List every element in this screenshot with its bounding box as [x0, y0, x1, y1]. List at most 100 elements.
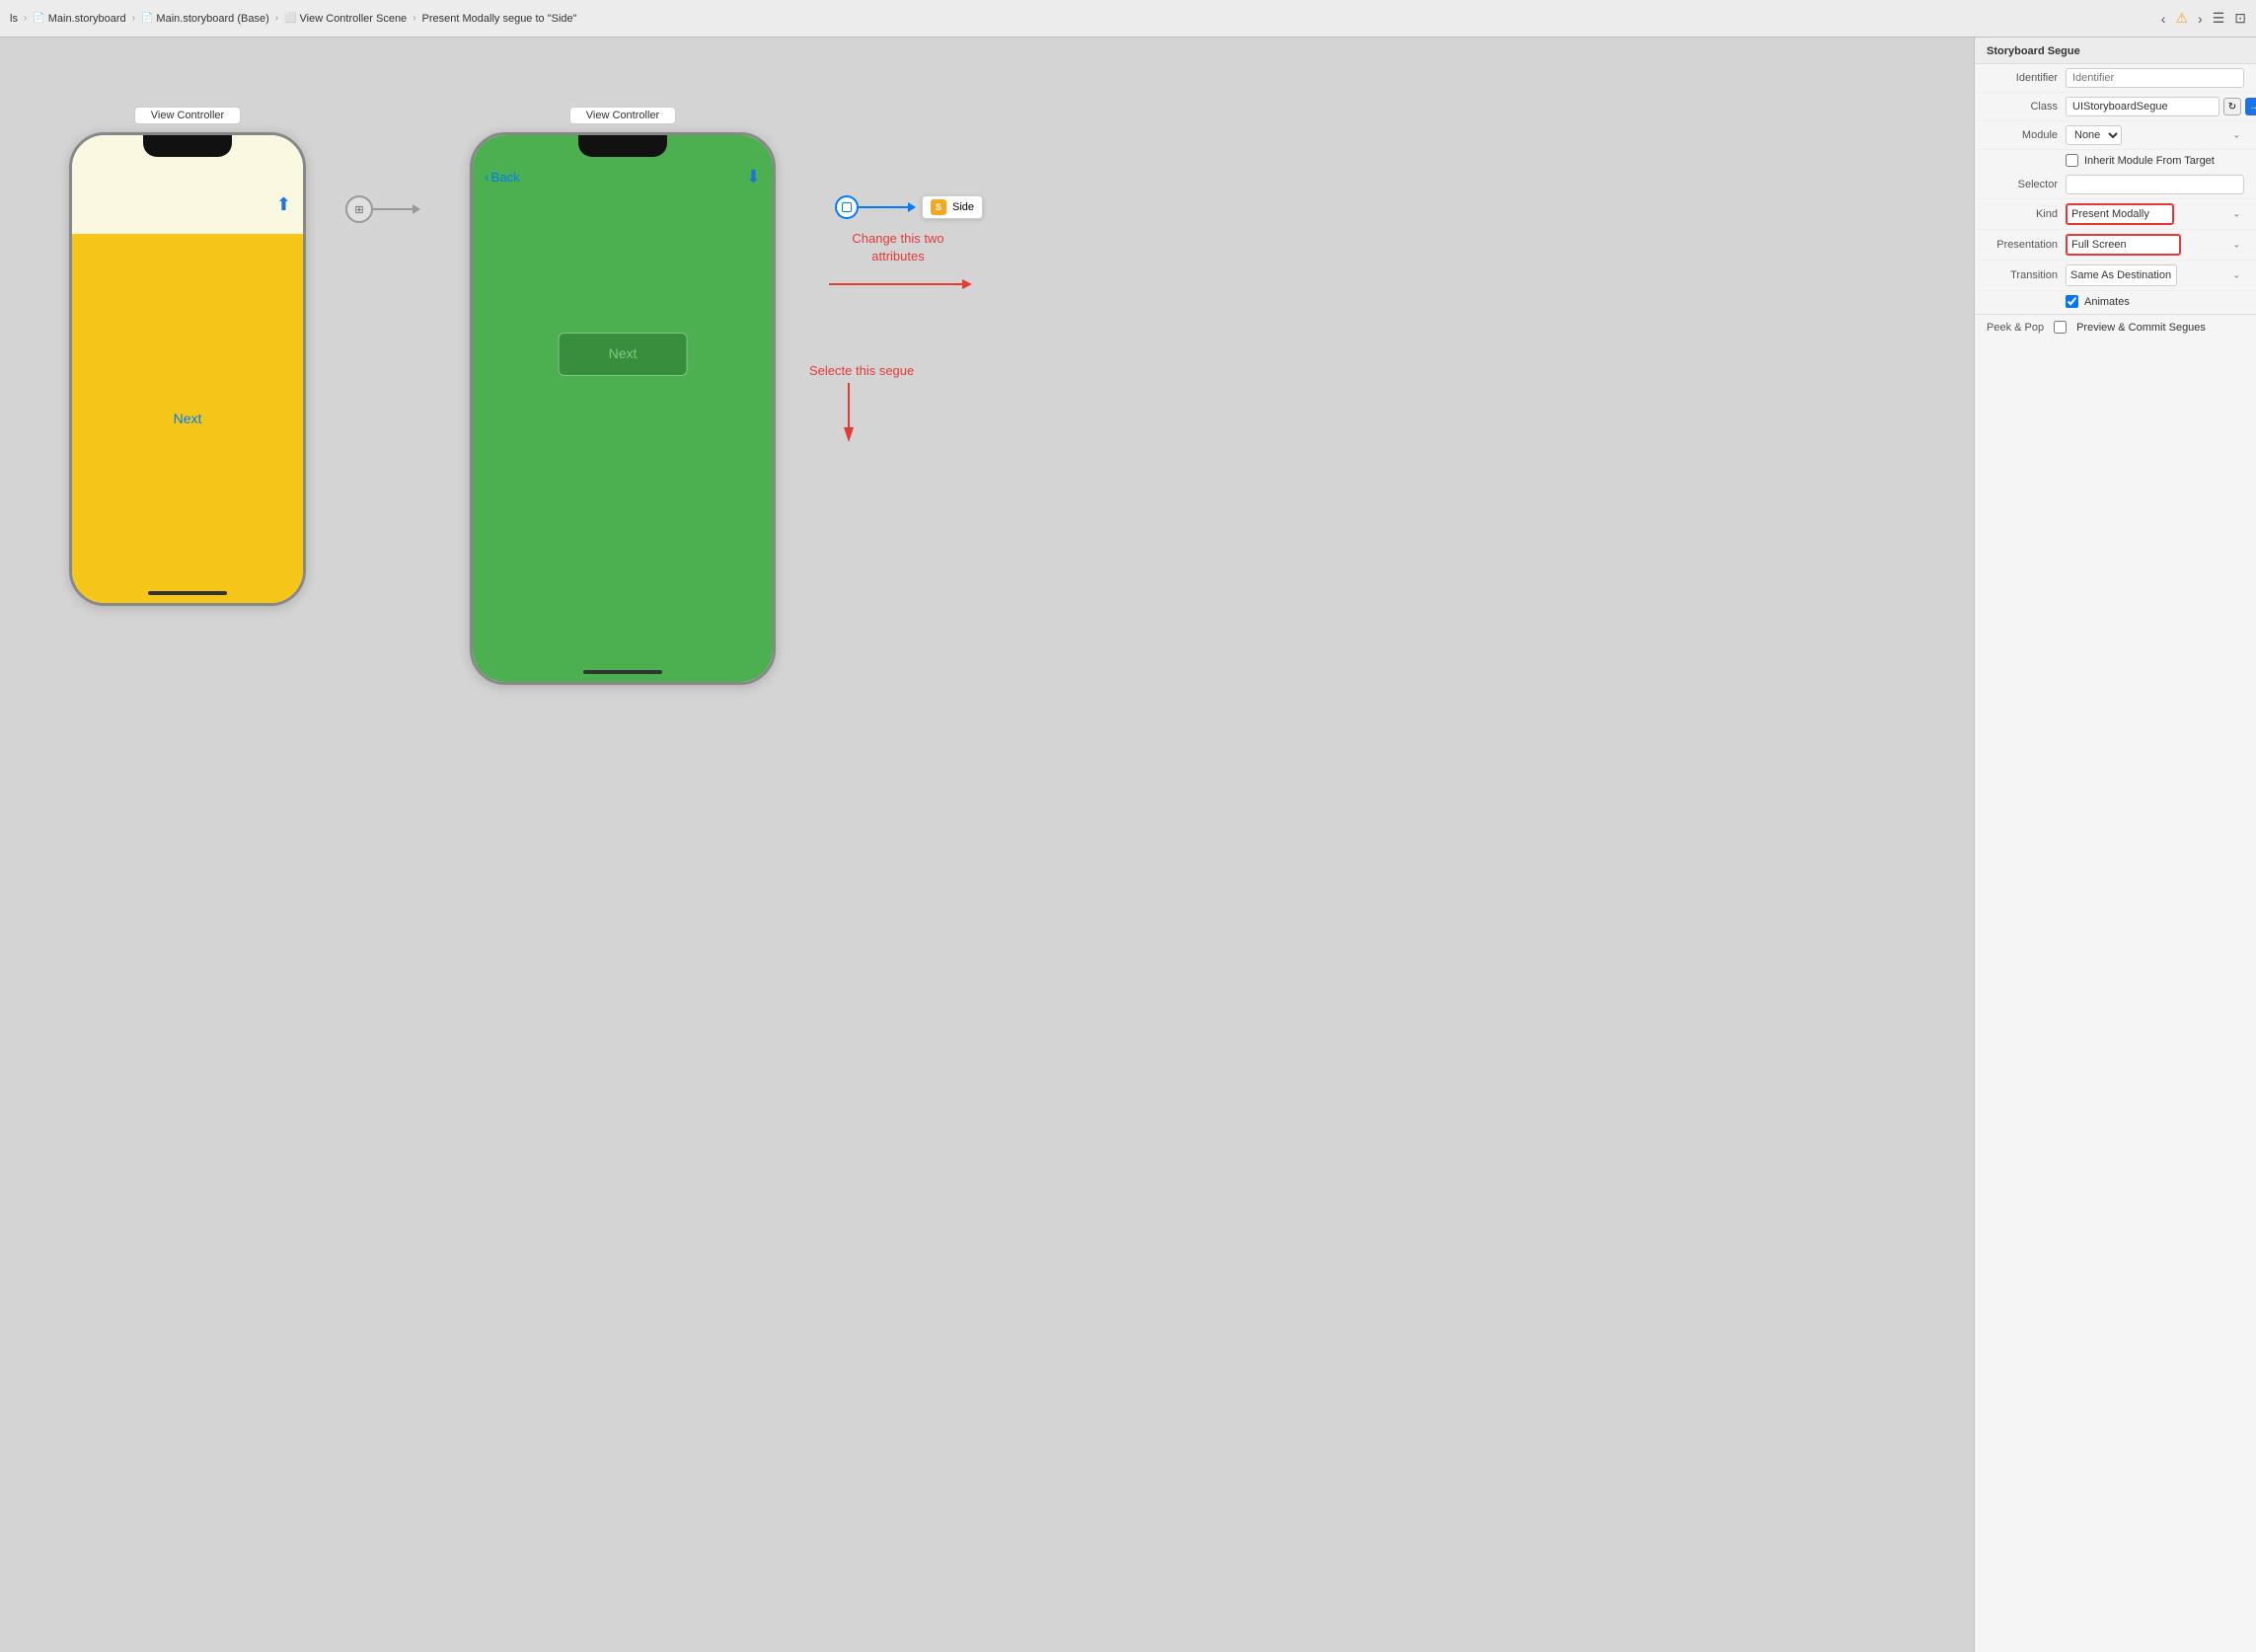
warning-icon[interactable]: ⚠	[2175, 10, 2188, 27]
scene1-label: View Controller	[134, 107, 241, 124]
canvas-area: View Controller ⬆ Next ⊞	[0, 38, 1974, 1652]
transition-select-arrow: ⌄	[2232, 270, 2240, 281]
peek-pop-label: Peek & Pop	[1987, 322, 2044, 334]
chevron-left-icon: ‹	[485, 169, 489, 185]
scene2-iphone: ‹ Back ⬇ Next	[470, 132, 776, 685]
identifier-input[interactable]	[2066, 68, 2244, 88]
arrow-connector-1: ⊞	[345, 195, 420, 223]
presentation-label: Presentation	[1987, 239, 2066, 251]
segue-connector: S Side	[835, 195, 983, 219]
identifier-label: Identifier	[1987, 72, 2066, 84]
class-field-group: ↻ →	[2066, 97, 2256, 116]
module-select-wrapper: None ⌄	[2066, 125, 2244, 145]
select-segue-annotation: Selecte this segue	[809, 363, 914, 447]
segue-blue-line	[859, 206, 908, 208]
breadcrumb-main-storyboard[interactable]: 📄 Main.storyboard	[33, 13, 125, 25]
square-split-icon[interactable]: ⊡	[2234, 10, 2246, 27]
sep2: ›	[132, 13, 135, 24]
forward-nav-icon[interactable]: ›	[2198, 11, 2203, 27]
menu-icon[interactable]: ☰	[2213, 10, 2225, 27]
scene2-label: View Controller	[569, 107, 676, 124]
back-button[interactable]: ‹ Back	[485, 169, 520, 185]
scene2-navbar: ‹ Back ⬇	[473, 157, 773, 196]
presentation-select-wrapper: Full Screen Page Sheet Form Sheet Curren…	[2066, 234, 2244, 256]
segue-inner-box	[842, 202, 852, 212]
kind-select-wrapper: Present Modally Show Show Detail Present…	[2066, 203, 2244, 225]
peek-pop-checkbox[interactable]	[2054, 321, 2067, 334]
scene1-next-button[interactable]: Next	[174, 411, 202, 426]
scene2-home-bar	[583, 670, 662, 674]
select-segue-text: Selecte this segue	[809, 363, 914, 378]
right-panel: Storyboard Segue Identifier Class ↻ → Mo…	[1974, 38, 2256, 1652]
arrow-head-1	[413, 204, 420, 214]
class-refresh-btn[interactable]: ↻	[2223, 98, 2241, 115]
animates-row: Animates	[1975, 291, 2256, 312]
presentation-row: Presentation Full Screen Page Sheet Form…	[1975, 230, 2256, 261]
selector-input[interactable]	[2066, 175, 2244, 194]
scene1-notch	[143, 135, 232, 157]
scene2-notch	[578, 135, 667, 157]
module-select-arrow: ⌄	[2232, 130, 2240, 141]
scene1-container: View Controller ⬆ Next	[69, 107, 306, 606]
side-orange-icon: S	[931, 199, 946, 215]
presentation-select-arrow: ⌄	[2232, 240, 2240, 251]
change-attributes-text: Change this two attributes	[819, 230, 977, 265]
kind-row: Kind Present Modally Show Show Detail Pr…	[1975, 199, 2256, 230]
sep3: ›	[275, 13, 278, 24]
kind-select[interactable]: Present Modally Show Show Detail Present…	[2066, 203, 2174, 225]
share-icon[interactable]: ⬆	[276, 194, 291, 215]
panel-divider-1	[1975, 314, 2256, 315]
transition-select[interactable]: Same As Destination Cover Vertical Flip …	[2066, 264, 2177, 286]
peek-pop-row: Peek & Pop Preview & Commit Segues	[1975, 317, 2256, 338]
main-toolbar: ls › 📄 Main.storyboard › 📄 Main.storyboa…	[0, 0, 2256, 38]
vc-scene-icon: ⬜	[284, 13, 296, 24]
scene2-green-body: ‹ Back ⬇ Next	[473, 135, 773, 682]
panel-header: Storyboard Segue	[1975, 38, 2256, 64]
breadcrumb-ls[interactable]: ls	[10, 13, 18, 25]
class-row: Class ↻ →	[1975, 93, 2256, 121]
presentation-select[interactable]: Full Screen Page Sheet Form Sheet Curren…	[2066, 234, 2181, 256]
breadcrumb-main-storyboard-base[interactable]: 📄 Main.storyboard (Base)	[141, 13, 269, 25]
kind-label: Kind	[1987, 208, 2066, 220]
selector-label: Selector	[1987, 179, 2066, 190]
selector-row: Selector	[1975, 171, 2256, 199]
class-input[interactable]	[2066, 97, 2219, 116]
storyboard-base-icon: 📄	[141, 13, 153, 24]
sep1: ›	[24, 13, 27, 24]
animates-checkbox[interactable]	[2066, 295, 2078, 308]
segue-box-icon: ⊞	[345, 195, 373, 223]
select-segue-arrow-svg	[809, 378, 888, 447]
inherit-module-label: Inherit Module From Target	[2084, 155, 2215, 167]
preview-commit-label: Preview & Commit Segues	[2076, 322, 2206, 334]
module-label: Module	[1987, 129, 2066, 141]
download-icon[interactable]: ⬇	[746, 167, 761, 188]
transition-select-wrapper: Same As Destination Cover Vertical Flip …	[2066, 264, 2244, 286]
module-row: Module None ⌄	[1975, 121, 2256, 150]
module-select[interactable]: None	[2066, 125, 2122, 145]
class-arrow-btn[interactable]: →	[2245, 98, 2256, 115]
breadcrumb-vc-scene[interactable]: ⬜ View Controller Scene	[284, 13, 407, 25]
transition-row: Transition Same As Destination Cover Ver…	[1975, 261, 2256, 291]
back-nav-icon[interactable]: ‹	[2161, 11, 2166, 27]
scene2-container: View Controller ‹ Back ⬇ N	[470, 107, 776, 685]
breadcrumb-segue[interactable]: Present Modally segue to "Side"	[422, 13, 577, 25]
animates-label: Animates	[2084, 296, 2130, 308]
scene1-yellow-body: Next	[72, 234, 303, 603]
main-area: View Controller ⬆ Next ⊞	[0, 38, 2256, 1652]
change-attributes-arrow-svg	[819, 269, 977, 299]
kind-select-arrow: ⌄	[2232, 209, 2240, 220]
scene2-next-button[interactable]: Next	[559, 333, 688, 376]
sep4: ›	[413, 13, 415, 24]
identifier-row: Identifier	[1975, 64, 2256, 93]
inherit-module-row: Inherit Module From Target	[1975, 150, 2256, 171]
segue-circle-node[interactable]	[835, 195, 859, 219]
arrow-line-1	[373, 208, 413, 210]
segue-blue-arrowhead	[908, 202, 916, 212]
inherit-module-checkbox[interactable]	[2066, 154, 2078, 167]
side-badge: S Side	[922, 195, 983, 219]
storyboard-icon: 📄	[33, 13, 44, 24]
change-attributes-annotation: Change this two attributes	[819, 230, 977, 299]
scene1-home-bar	[148, 591, 227, 595]
class-label: Class	[1987, 101, 2066, 113]
scene1-iphone: ⬆ Next	[69, 132, 306, 606]
